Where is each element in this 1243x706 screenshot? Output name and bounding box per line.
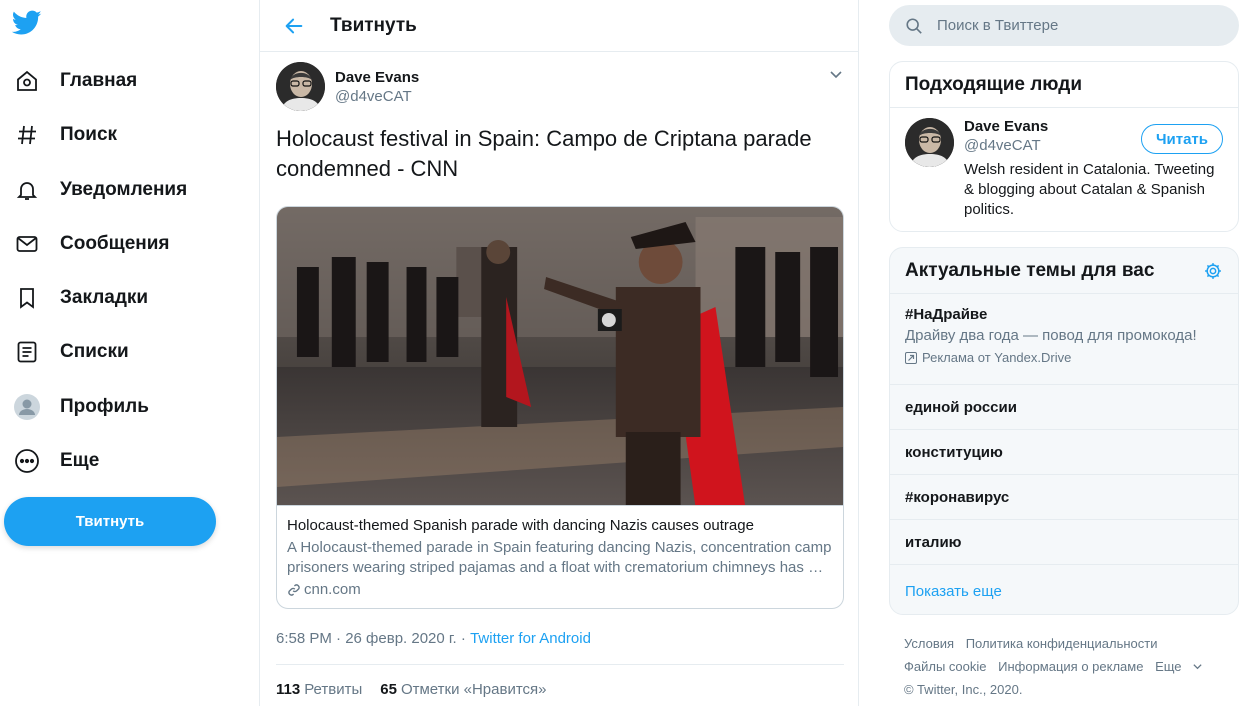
trend-item[interactable]: конституцию	[890, 430, 1238, 475]
nav-item-label: Сообщения	[60, 233, 170, 254]
footer: Условия Политика конфиденциальности Файл…	[904, 632, 1234, 701]
nav-item-label: Закладки	[60, 287, 149, 308]
nav-item-label: Главная	[60, 70, 138, 91]
who-to-follow-panel: Подходящие люди Dave Evans @d4veCAT Wels…	[889, 61, 1239, 232]
follow-button[interactable]: Читать	[1141, 124, 1223, 154]
avatar[interactable]	[276, 62, 325, 111]
retweets-stat[interactable]: 113 Ретвиты	[276, 681, 362, 698]
nav-item-label: Списки	[60, 341, 129, 362]
footer-link-privacy[interactable]: Политика конфиденциальности	[966, 636, 1158, 651]
likes-label: Отметки «Нравится»	[400, 681, 547, 698]
back-arrow-icon[interactable]	[276, 8, 312, 44]
nav-item-label: Еще	[60, 450, 100, 471]
trend-item-promoted[interactable]: #НаДрайве Драйву два года — повод для пр…	[890, 294, 1238, 385]
trend-name: конституцию	[905, 443, 1003, 461]
trends-panel: Актуальные темы для вас #НаДрайве Драйву…	[889, 247, 1239, 615]
tweet-author[interactable]: Dave Evans @d4veCAT	[276, 62, 419, 111]
card-domain: cnn.com	[287, 580, 833, 600]
show-more-link[interactable]: Показать еще	[890, 565, 1238, 614]
main-column: Твитнуть Dave Evans @d4veCAT Holocaust f…	[259, 0, 859, 706]
author-name[interactable]: Dave Evans	[335, 69, 419, 86]
card-image	[277, 207, 843, 505]
likes-stat[interactable]: 65 Отметки «Нравится»	[380, 681, 546, 698]
likes-count: 65	[380, 681, 397, 698]
footer-more-label: Еще	[1155, 659, 1182, 674]
page-title: Твитнуть	[330, 14, 417, 36]
search-icon	[905, 17, 923, 35]
card-body: Holocaust-themed Spanish parade with dan…	[277, 505, 843, 608]
nav-item-more[interactable]: Еще	[12, 441, 99, 481]
nav-item-label: Уведомления	[60, 179, 188, 200]
trend-name: италию	[905, 533, 962, 551]
list-icon	[12, 337, 42, 367]
footer-link-ads-info[interactable]: Информация о рекламе	[998, 659, 1143, 674]
nav-item-profile[interactable]: Профиль	[12, 387, 149, 427]
promoted-text: Реклама от Yandex.Drive	[922, 350, 1072, 365]
trend-name: единой россии	[905, 398, 1017, 416]
trend-item[interactable]: италию	[890, 520, 1238, 565]
chevron-down-icon[interactable]	[828, 66, 844, 82]
tweet-stats: 113 Ретвиты 65 Отметки «Нравится»	[276, 681, 547, 698]
gear-icon[interactable]	[1203, 261, 1223, 281]
footer-link-more[interactable]: Еще	[1155, 655, 1202, 678]
left-navigation: Главная Поиск Уведомления Сообщения Закл…	[0, 0, 260, 706]
card-domain-text: cnn.com	[304, 581, 361, 598]
hashtag-icon	[12, 120, 42, 150]
trend-name: #коронавирус	[905, 488, 1010, 506]
card-description: A Holocaust-themed parade in Spain featu…	[287, 539, 832, 576]
trend-subtitle: Драйву два года — повод для промокода!	[905, 327, 1197, 344]
more-icon	[12, 446, 42, 476]
avatar[interactable]	[905, 118, 954, 167]
home-icon	[12, 66, 42, 96]
promoted-label: Реклама от Yandex.Drive	[905, 350, 1223, 365]
tweet-meta: 6:58 PM · 26 февр. 2020 г. · Twitter for…	[276, 630, 591, 647]
tweet-timestamp[interactable]: 6:58 PM · 26 февр. 2020 г. ·	[276, 630, 470, 647]
promoted-icon	[905, 351, 917, 364]
nav-item-bookmarks[interactable]: Закладки	[12, 278, 148, 318]
nav-item-messages[interactable]: Сообщения	[12, 224, 170, 264]
footer-link-terms[interactable]: Условия	[904, 636, 954, 651]
nav-item-home[interactable]: Главная	[12, 61, 137, 101]
bell-icon	[12, 175, 42, 205]
trend-item[interactable]: единой россии	[890, 385, 1238, 430]
profile-icon	[12, 392, 42, 422]
nav-item-notifications[interactable]: Уведомления	[12, 170, 187, 210]
main-header: Твитнуть	[260, 0, 858, 52]
trends-header: Актуальные темы для вас	[890, 248, 1238, 294]
nav-item-explore[interactable]: Поиск	[12, 115, 117, 155]
link-icon	[287, 583, 301, 597]
search-bar[interactable]	[889, 5, 1239, 46]
search-input[interactable]	[937, 17, 1217, 34]
bookmark-icon	[12, 283, 42, 313]
trends-title: Актуальные темы для вас	[905, 259, 1155, 281]
who-to-follow-title: Подходящие люди	[890, 62, 1238, 108]
retweets-label: Ретвиты	[304, 681, 363, 698]
trend-item[interactable]: #коронавирус	[890, 475, 1238, 520]
tweet-button[interactable]: Твитнуть	[4, 497, 216, 546]
author-handle[interactable]: @d4veCAT	[335, 88, 419, 105]
tweet-source-link[interactable]: Twitter for Android	[470, 630, 591, 647]
link-card[interactable]: Holocaust-themed Spanish parade with dan…	[276, 206, 844, 609]
chevron-down-icon	[1192, 664, 1202, 670]
copyright: © Twitter, Inc., 2020.	[904, 682, 1023, 697]
nav-item-lists[interactable]: Списки	[12, 332, 129, 372]
twitter-logo-icon[interactable]	[11, 10, 44, 40]
footer-link-cookies[interactable]: Файлы cookie	[904, 659, 987, 674]
nav-item-label: Профиль	[60, 396, 149, 417]
suggested-user-bio: Welsh resident in Catalonia. Tweeting & …	[964, 161, 1215, 218]
tweet-text: Holocaust festival in Spain: Campo de Cr…	[276, 126, 812, 181]
nav-item-label: Поиск	[60, 124, 118, 145]
divider	[276, 664, 844, 665]
retweets-count: 113	[276, 681, 301, 698]
trend-name: #НаДрайве	[905, 306, 988, 323]
suggested-user[interactable]: Dave Evans @d4veCAT Welsh resident in Ca…	[890, 108, 1238, 231]
card-title[interactable]: Holocaust-themed Spanish parade with dan…	[287, 516, 833, 536]
envelope-icon	[12, 229, 42, 259]
